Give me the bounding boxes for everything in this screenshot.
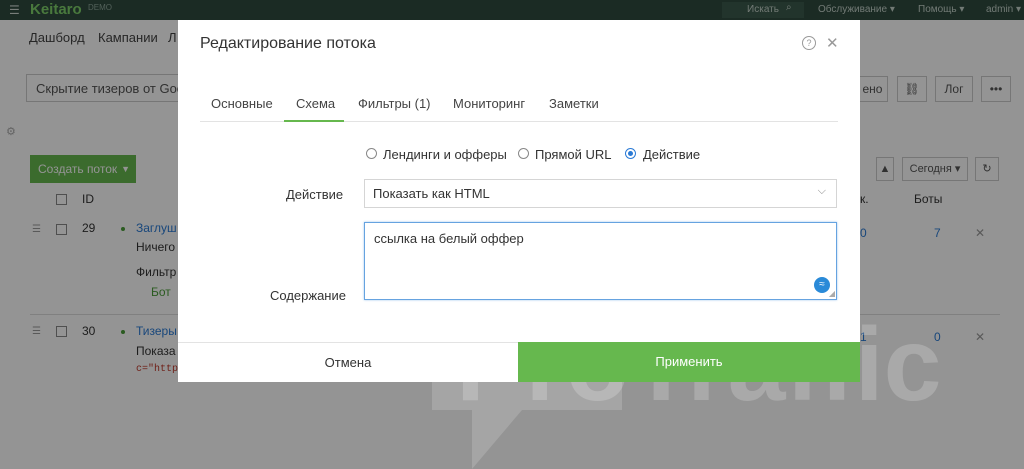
radio-direct-url[interactable] xyxy=(518,148,529,159)
radio-landings-offers[interactable] xyxy=(366,148,377,159)
content-label: Содержание xyxy=(270,288,346,303)
radio-direct-url-label[interactable]: Прямой URL xyxy=(535,147,612,162)
cancel-button[interactable]: Отмена xyxy=(178,342,518,382)
content-textarea[interactable]: ссылка на белый оффер ≈ ◢ xyxy=(364,222,837,300)
tab-notes[interactable]: Заметки xyxy=(549,96,599,111)
active-tab-indicator xyxy=(284,120,344,122)
tab-monitoring[interactable]: Мониторинг xyxy=(453,96,525,111)
edit-stream-modal: Редактирование потока ? ✕ Основные Схема… xyxy=(178,20,860,382)
radio-landings-offers-label[interactable]: Лендинги и офферы xyxy=(383,147,507,162)
modal-tabs: Основные Схема Фильтры (1) Мониторинг За… xyxy=(200,84,838,122)
radio-action-label[interactable]: Действие xyxy=(643,147,700,162)
apply-button[interactable]: Применить xyxy=(518,342,860,382)
tab-filters[interactable]: Фильтры (1) xyxy=(358,96,431,111)
action-select-value: Показать как HTML xyxy=(373,186,490,201)
help-icon[interactable]: ? xyxy=(802,36,816,50)
tab-scheme[interactable]: Схема xyxy=(296,96,335,111)
action-label: Действие xyxy=(286,187,344,202)
grammar-checker-icon[interactable]: ≈ xyxy=(814,277,830,293)
tab-basic[interactable]: Основные xyxy=(211,96,273,111)
content-text: ссылка на белый оффер xyxy=(374,231,524,246)
action-select[interactable]: Показать как HTML ⌵ xyxy=(364,179,837,208)
resize-handle-icon[interactable]: ◢ xyxy=(829,289,835,298)
modal-title: Редактирование потока xyxy=(200,35,376,52)
chevron-down-icon: ⌵ xyxy=(817,185,826,197)
close-icon[interactable]: ✕ xyxy=(826,34,839,52)
radio-action[interactable] xyxy=(625,148,636,159)
